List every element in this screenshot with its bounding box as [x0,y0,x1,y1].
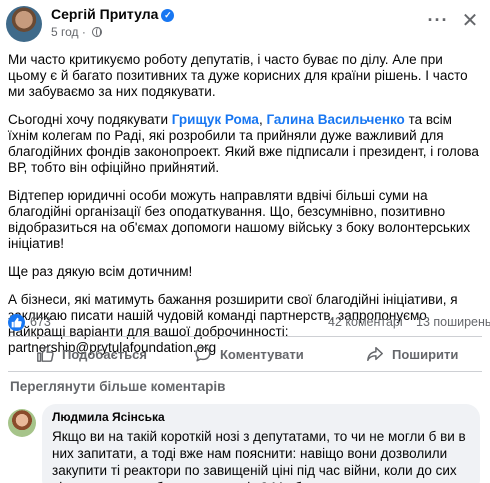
commenter-avatar[interactable] [8,409,36,437]
post-paragraph: Сьогодні хочу подякувати Грищук Рома, Га… [8,112,479,175]
more-options-icon[interactable]: ··· [426,10,450,34]
thumbs-up-icon [37,346,54,362]
comment-button[interactable]: Коментувати [194,340,304,368]
post-meta: 5 год · [51,25,103,39]
shares-count[interactable]: 13 поширень [416,315,490,329]
post-stats: 673 42 коментарі 13 поширень [8,313,490,333]
comment: Людмила Ясінська Якщо ви на такій коротк… [42,404,480,483]
verified-badge-icon: ✓ [161,9,175,22]
author-name[interactable]: Сергій Притула [51,6,158,22]
comment-text: Якщо ви на такій короткій нозі з депутат… [52,429,466,483]
post-paragraph: Ми часто критикуємо роботу депутатів, і … [8,52,468,99]
reaction-count[interactable]: 673 [30,315,51,329]
post-paragraph: Ще раз дякую всім дотичним! [8,264,193,279]
share-button[interactable]: Поширити [366,340,458,368]
comments-count[interactable]: 42 коментарі [328,315,403,329]
view-more-comments-link[interactable]: Переглянути більше коментарів [10,379,225,394]
close-icon[interactable]: ✕ [458,10,482,34]
post-actions: Подобається Коментувати Поширити [8,340,482,368]
share-icon [367,346,383,362]
comment-icon [195,346,211,362]
like-button-label: Подобається [62,346,147,362]
mention-link[interactable]: Галина Васильченко [266,112,404,127]
like-reaction-icon[interactable] [8,314,25,331]
divider [8,371,482,372]
comment-author[interactable]: Людмила Ясінська [52,410,470,424]
author-name-row: Сергій Притула ✓ [51,6,175,22]
mention-link[interactable]: Грищук Рома [172,112,259,127]
share-button-label: Поширити [392,346,459,362]
post-header: Сергій Притула ✓ 5 год · ··· ✕ [0,0,490,44]
post-paragraph: Відтепер юридичні особи можуть направлят… [8,188,471,251]
divider [8,336,482,337]
post-time[interactable]: 5 год [51,25,79,39]
comment-button-label: Коментувати [220,346,304,362]
author-avatar[interactable] [6,6,42,42]
like-button[interactable]: Подобається [36,340,147,368]
globe-icon [92,27,103,37]
